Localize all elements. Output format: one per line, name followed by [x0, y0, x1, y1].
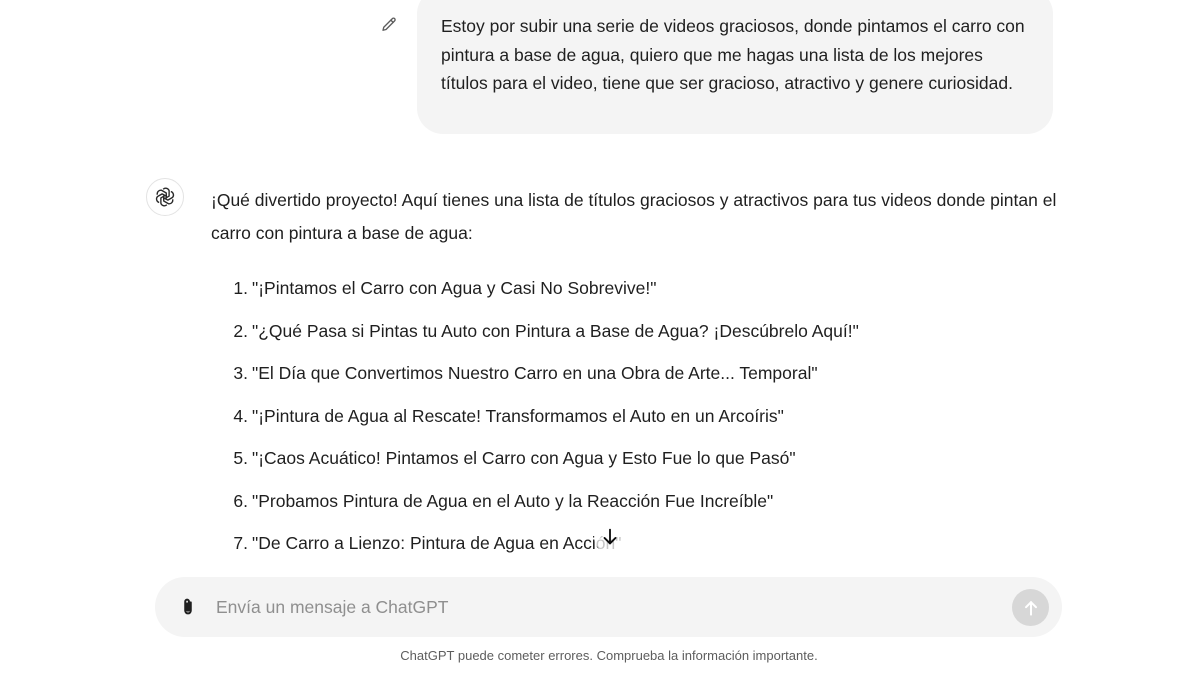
disclaimer-text: ChatGPT puede cometer errores. Comprueba…: [400, 648, 818, 663]
openai-logo-icon: [155, 187, 175, 207]
list-item-number: 4: [211, 401, 249, 444]
list-item-text: "¡Pintamos el Carro con Agua y Casi No S…: [252, 278, 657, 298]
list-item-number: 2: [211, 316, 249, 359]
list-item-number: 1: [211, 273, 249, 316]
list-item-text: "¿Qué Pasa si Pintas tu Auto con Pintura…: [252, 320, 859, 341]
edit-message-button[interactable]: [378, 14, 400, 36]
chat-page: Estoy por subir una serie de videos grac…: [0, 0, 1200, 675]
list-item: 5 "¡Caos Acuático! Pintamos el Carro con…: [211, 443, 859, 486]
attach-button[interactable]: [175, 594, 201, 620]
arrow-down-icon: [603, 528, 617, 545]
list-item-number: 7: [211, 528, 249, 571]
title-list: 1 "¡Pintamos el Carro con Agua y Casi No…: [211, 273, 859, 571]
pencil-icon: [382, 17, 396, 31]
arrow-up-icon: [1024, 600, 1037, 616]
scroll-to-bottom-button[interactable]: [594, 521, 626, 553]
list-item-number: 3: [211, 358, 249, 401]
list-item-text: "¡Pintura de Agua al Rescate! Transforma…: [252, 405, 784, 426]
list-item: 3 "El Día que Convertimos Nuestro Carro …: [211, 358, 859, 401]
list-item-text: "El Día que Convertimos Nuestro Carro en…: [252, 363, 818, 383]
paperclip-icon: [184, 598, 192, 615]
send-button[interactable]: [1012, 589, 1049, 626]
list-item-text: "Probamos Pintura de Agua en el Auto y l…: [252, 490, 774, 511]
message-input[interactable]: [216, 591, 996, 623]
list-item: 1 "¡Pintamos el Carro con Agua y Casi No…: [211, 273, 859, 316]
user-message-bubble: Estoy por subir una serie de videos grac…: [417, 0, 1053, 134]
list-item: 2 "¿Qué Pasa si Pintas tu Auto con Pintu…: [211, 316, 859, 359]
message-composer: [155, 577, 1062, 637]
assistant-message: ¡Qué divertido proyecto! Aquí tienes una…: [211, 184, 1061, 553]
list-item-text: "De Carro a Lienzo: Pintura de Agua en A…: [252, 533, 622, 553]
list-item: 6 "Probamos Pintura de Agua en el Auto y…: [211, 486, 859, 529]
list-item-number: 6: [211, 486, 249, 529]
list-item-text: "¡Caos Acuático! Pintamos el Carro con A…: [252, 448, 796, 468]
assistant-avatar: [146, 178, 184, 216]
list-item: 7 "De Carro a Lienzo: Pintura de Agua en…: [211, 528, 859, 571]
list-item: 4 "¡Pintura de Agua al Rescate! Transfor…: [211, 401, 859, 444]
assistant-intro: ¡Qué divertido proyecto! Aquí tienes una…: [211, 190, 1057, 243]
list-item-number: 5: [211, 443, 249, 486]
